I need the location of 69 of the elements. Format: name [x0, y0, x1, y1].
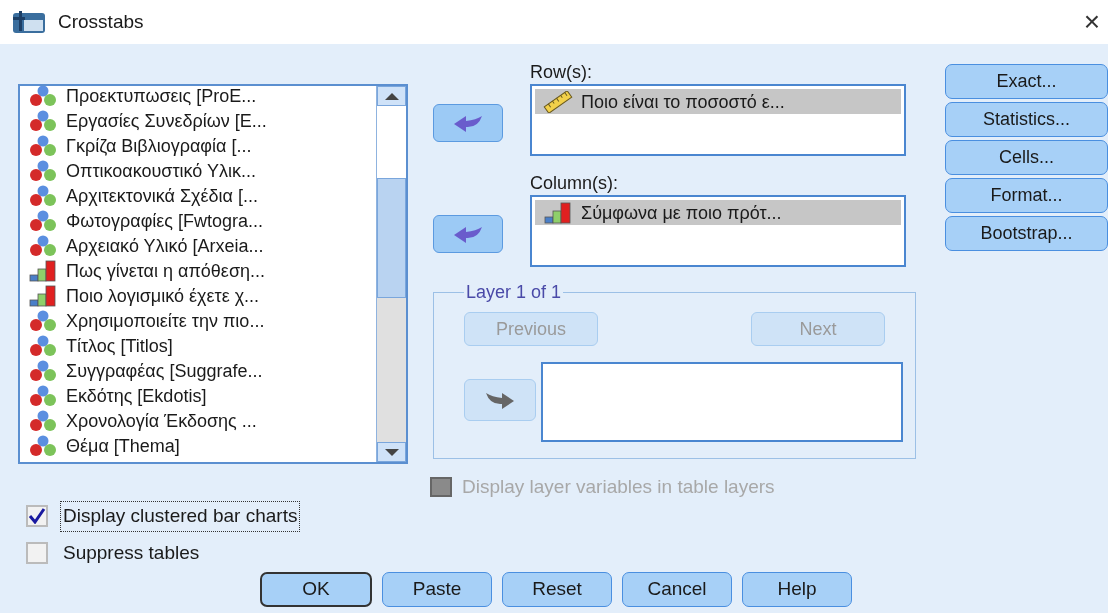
checkbox[interactable]	[26, 505, 48, 528]
variable-item[interactable]: Χρονολογία Έκδοσης ...	[20, 408, 376, 433]
dialog-button[interactable]: Cells...	[945, 140, 1108, 175]
right-arrow-icon	[484, 391, 516, 409]
app-icon	[12, 10, 46, 34]
variable-item[interactable]: Θέμα [Thema]	[20, 433, 376, 458]
dialog-button[interactable]: Paste	[382, 572, 492, 607]
nominal-variable-icon	[28, 359, 58, 382]
window-title: Crosstabs	[58, 9, 144, 34]
variable-item[interactable]: Πως γίνεται η απόθεση...	[20, 258, 376, 283]
nominal-variable-icon	[28, 86, 58, 107]
nominal-variable-icon	[28, 159, 58, 182]
move-button[interactable]	[433, 215, 503, 253]
variable-item[interactable]: Οπτικοακουστικό Υλικ...	[20, 158, 376, 183]
scroll-up-button[interactable]	[377, 86, 406, 106]
selected-variable[interactable]: Ποιο είναι το ποσοστό ε...	[535, 89, 901, 114]
left-arrow-icon	[452, 114, 484, 132]
columns-label: Column(s):	[530, 172, 618, 195]
checkbox-label: Display layer variables in table layers	[462, 475, 775, 499]
checkbox[interactable]	[26, 541, 48, 564]
scroll-thumb[interactable]	[377, 178, 406, 298]
variable-item[interactable]: Συγγραφέας [Suggrafe...	[20, 358, 376, 383]
ordinal-variable-icon	[28, 259, 58, 282]
variable-item[interactable]: Εργασίες Συνεδρίων [Ε...	[20, 108, 376, 133]
variable-item[interactable]: Χρησιμοποιείτε την πιο...	[20, 308, 376, 333]
dialog-button[interactable]: Statistics...	[945, 102, 1108, 137]
nominal-variable-icon	[28, 409, 58, 432]
nominal-variable-icon	[28, 434, 58, 457]
check-icon	[28, 508, 46, 525]
checkbox-label: Display clustered bar charts	[60, 501, 301, 532]
variable-item[interactable]: Ποιο λογισμικό έχετε χ...	[20, 283, 376, 308]
dialog-button[interactable]: Format...	[945, 178, 1108, 213]
ordinal-variable-icon	[543, 201, 573, 224]
dialog-button[interactable]: Exact...	[945, 64, 1108, 99]
rows-label: Row(s):	[530, 61, 592, 84]
variable-item[interactable]: Εκδότης [Ekdotis]	[20, 383, 376, 408]
variable-list[interactable]	[18, 84, 408, 464]
nominal-variable-icon	[28, 109, 58, 132]
dialog-button[interactable]: OK	[260, 572, 372, 607]
variable-item[interactable]: Αρχιτεκτονικά Σχέδια [...	[20, 183, 376, 208]
dialog-button[interactable]: Cancel	[622, 572, 732, 607]
selected-variable[interactable]: Σύμφωνα με ποιο πρότ...	[535, 200, 901, 225]
variable-item[interactable]: Αρχειακό Υλικό [Arxeia...	[20, 233, 376, 258]
checkbox-label: Suppress tables	[62, 540, 201, 565]
variable-item[interactable]: Τίτλος [Titlos]	[20, 333, 376, 358]
nominal-variable-icon	[28, 134, 58, 157]
columns-box[interactable]: Σύμφωνα με ποιο πρότ...	[530, 195, 906, 267]
nominal-variable-icon	[28, 334, 58, 357]
dialog-button[interactable]: Bootstrap...	[945, 216, 1108, 251]
nominal-variable-icon	[28, 184, 58, 207]
down-arrow-icon	[384, 448, 399, 456]
move-button[interactable]	[433, 104, 503, 142]
nominal-variable-icon	[28, 234, 58, 257]
dialog-button[interactable]: Help	[742, 572, 852, 607]
variable-item[interactable]: Φωτογραφίες [Fwtogra...	[20, 208, 376, 233]
layer-title: Layer 1 of 1	[465, 281, 563, 304]
left-arrow-icon	[452, 225, 484, 243]
variable-item[interactable]: Προεκτυπωσεις [ProE...	[20, 86, 376, 108]
dialog-button[interactable]: Reset	[502, 572, 612, 607]
scroll-down-button[interactable]	[377, 442, 406, 462]
nominal-variable-icon	[28, 209, 58, 232]
layer-box[interactable]	[541, 362, 903, 442]
rows-box[interactable]: Ποιο είναι το ποσοστό ε...	[530, 84, 906, 156]
ordinal-variable-icon	[28, 284, 58, 307]
variable-item[interactable]: Γκρίζα Βιβλιογραφία [...	[20, 133, 376, 158]
nominal-variable-icon	[28, 309, 58, 332]
nominal-variable-icon	[28, 384, 58, 407]
up-arrow-icon	[384, 92, 399, 100]
close-button[interactable]: ×	[1083, 8, 1100, 36]
